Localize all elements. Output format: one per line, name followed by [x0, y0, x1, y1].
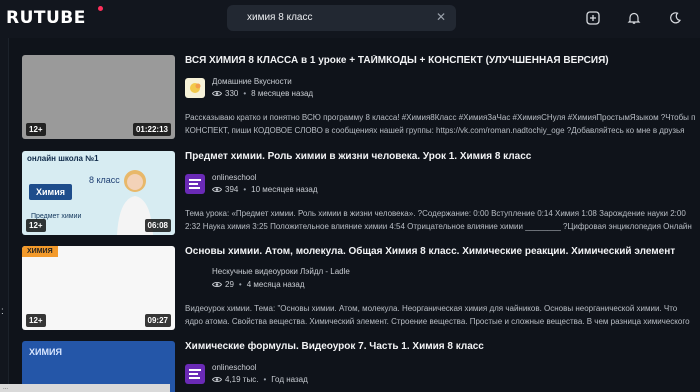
view-count: 4,19 тыс.	[225, 375, 259, 384]
video-description: Рассказываю кратко и понятно ВСЮ програм…	[185, 112, 700, 137]
video-title[interactable]: Основы химии. Атом, молекула. Общая Хими…	[185, 246, 695, 257]
upload-date: 10 месяцев назад	[251, 185, 318, 194]
channel-name[interactable]: Домашние Вкусности	[212, 77, 292, 86]
video-meta: 29 • 4 месяца назад	[212, 280, 305, 289]
upload-icon[interactable]	[583, 8, 603, 28]
video-title[interactable]: Химические формулы. Видеоурок 7. Часть 1…	[185, 341, 695, 352]
close-icon[interactable]: ✕	[436, 10, 446, 24]
thumbnail-brand: онлайн школа №1	[27, 154, 99, 163]
logo-dot	[98, 6, 103, 11]
channel-name[interactable]: onlineschool	[212, 363, 256, 372]
duration-badge: 01:22:13	[132, 123, 171, 136]
description-line: Рассказываю кратко и понятно ВСЮ програм…	[185, 113, 696, 122]
upload-date: Год назад	[271, 375, 308, 384]
sidebar-mark: :	[1, 306, 4, 317]
video-description: Тема урока: «Предмет химии. Роль химии в…	[185, 208, 700, 233]
status-strip: ...	[0, 384, 170, 392]
eye-icon	[212, 91, 222, 96]
channel-avatar[interactable]	[185, 174, 205, 194]
rutube-logo[interactable]: RUTUBE	[6, 8, 86, 28]
view-count: 330	[225, 89, 239, 98]
description-line: Видеоурок химии. Тема: "Основы химии. Ат…	[185, 304, 678, 313]
eye-icon	[212, 282, 222, 287]
search-result[interactable]: ХИМИЯ 12+ 09:27 Основы химии. Атом, моле…	[22, 246, 700, 330]
duration-badge: 06:08	[144, 219, 171, 232]
bell-icon[interactable]	[624, 8, 644, 28]
video-title[interactable]: ВСЯ ХИМИЯ 8 КЛАССА в 1 уроке + ТАЙМКОДЫ …	[185, 55, 695, 66]
eye-icon	[212, 377, 222, 382]
thumbnail-tag: ХИМИЯ	[22, 246, 58, 257]
video-description: Видеоурок химии. Тема: "Основы химии. Ат…	[185, 303, 700, 328]
channel-avatar[interactable]	[185, 364, 205, 384]
description-line: ядро атома. Свойства вещества. Химически…	[185, 316, 690, 326]
upload-date: 4 месяца назад	[246, 280, 305, 289]
video-meta: 4,19 тыс. • Год назад	[212, 375, 308, 384]
video-title[interactable]: Предмет химии. Роль химии в жизни челове…	[185, 151, 695, 162]
age-badge: 12+	[26, 219, 46, 232]
channel-avatar[interactable]	[185, 78, 205, 98]
sidebar-edge	[0, 38, 8, 392]
description-line: 2:32 Наука химия 3:25 Положительное влия…	[185, 221, 692, 231]
upload-date: 8 месяцев назад	[251, 89, 314, 98]
video-meta: 394 • 10 месяцев назад	[212, 185, 318, 194]
view-count: 394	[225, 185, 239, 194]
view-count: 29	[225, 280, 234, 289]
video-meta: 330 • 8 месяцев назад	[212, 89, 313, 98]
age-badge: 12+	[26, 314, 46, 327]
search-box[interactable]: химия 8 класс ✕	[227, 5, 456, 31]
thumbnail-tag: ХИМИЯ	[29, 347, 62, 357]
search-input[interactable]: химия 8 класс	[247, 12, 312, 23]
search-result[interactable]: 12+ 01:22:13 ВСЯ ХИМИЯ 8 КЛАССА в 1 урок…	[22, 55, 700, 139]
video-thumbnail[interactable]: онлайн школа №1 8 класс Химия Предмет хи…	[22, 151, 175, 235]
age-badge: 12+	[26, 123, 46, 136]
video-thumbnail[interactable]: ХИМИЯ 12+ 09:27	[22, 246, 175, 330]
channel-name[interactable]: onlineschool	[212, 173, 256, 182]
thumbnail-subject: Химия	[29, 184, 72, 200]
channel-name[interactable]: Нескучные видеоуроки Лэйдл - Ladle	[212, 267, 350, 276]
description-line: Тема урока: «Предмет химии. Роль химии в…	[185, 209, 686, 218]
moon-icon[interactable]	[665, 8, 685, 28]
divider	[8, 38, 9, 392]
description-line: КОНСПЕКТ, пиши КОДОВОЕ СЛОВО в сообщения…	[185, 125, 685, 135]
video-thumbnail[interactable]: 12+ 01:22:13	[22, 55, 175, 139]
duration-badge: 09:27	[144, 314, 171, 327]
eye-icon	[212, 187, 222, 192]
top-bar: RUTUBE химия 8 класс ✕	[0, 0, 700, 38]
search-result[interactable]: онлайн школа №1 8 класс Химия Предмет хи…	[22, 151, 700, 235]
